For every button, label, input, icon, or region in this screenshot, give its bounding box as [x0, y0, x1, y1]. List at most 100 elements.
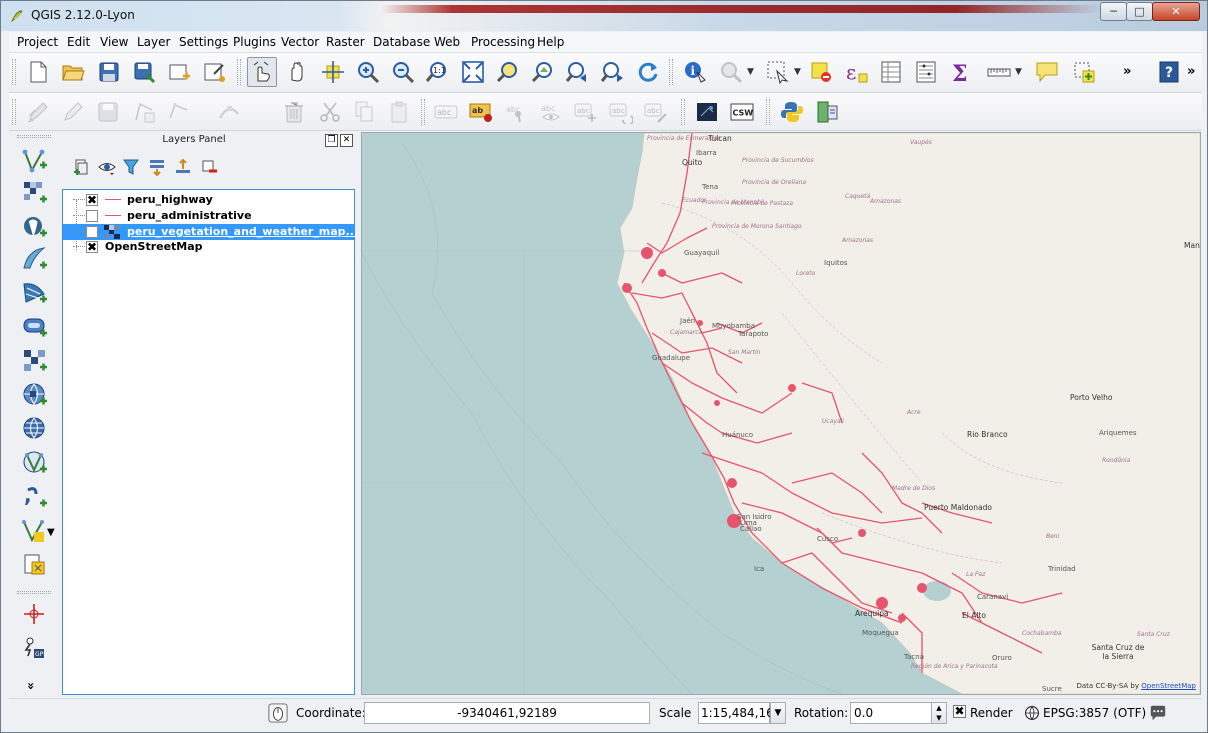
pan-to-selection-button[interactable] — [318, 57, 348, 87]
select-button[interactable] — [716, 57, 746, 87]
add-wmts-layer-button[interactable] — [21, 449, 49, 477]
zoom-full-button[interactable] — [458, 57, 488, 87]
label-highlight-button[interactable]: ab — [466, 97, 496, 127]
menu-raster[interactable]: Raster — [326, 35, 365, 49]
zoom-to-layer-button[interactable] — [528, 57, 558, 87]
new-shapefile-button[interactable] — [21, 517, 49, 545]
manage-visibility-button[interactable] — [95, 155, 119, 179]
help-button[interactable]: ? — [1154, 57, 1184, 87]
layer-row-peru-administrative[interactable]: peru_administrative — [63, 208, 354, 224]
render-checkbox[interactable]: ✖ — [953, 705, 966, 718]
label-button[interactable]: abc — [431, 97, 461, 127]
zoom-out-button[interactable] — [388, 57, 418, 87]
add-delimited-text-button[interactable]: , — [21, 483, 49, 511]
python-console-button[interactable] — [777, 97, 807, 127]
layer-visibility-checkbox[interactable]: ✖ — [86, 241, 98, 253]
open-project-button[interactable] — [58, 57, 88, 87]
menu-database[interactable]: Database — [373, 35, 430, 49]
paste-features-button[interactable] — [385, 97, 415, 127]
identify-button[interactable]: i — [680, 57, 710, 87]
zoom-next-button[interactable] — [598, 57, 628, 87]
layer-visibility-checkbox[interactable] — [86, 226, 98, 238]
menu-view[interactable]: View — [100, 35, 128, 49]
show-hide-label-button[interactable]: abc — [536, 97, 566, 127]
add-oracle-layer-button[interactable] — [21, 313, 49, 341]
change-label-button[interactable]: abc — [641, 97, 671, 127]
toolbar-grip[interactable] — [669, 59, 673, 85]
annotation-button[interactable] — [1032, 57, 1062, 87]
messages-button[interactable] — [1147, 702, 1169, 724]
menu-plugins[interactable]: Plugins — [233, 35, 276, 49]
save-project-button[interactable] — [94, 57, 124, 87]
toggle-extents-button[interactable] — [267, 702, 289, 724]
edit-pencil-button[interactable] — [23, 97, 53, 127]
attribute-table-button[interactable] — [876, 57, 906, 87]
composer-manager-button[interactable] — [199, 57, 229, 87]
gps-button[interactable]: GPS — [21, 635, 49, 663]
field-calculator-button[interactable] — [911, 57, 941, 87]
save-edits-button[interactable] — [93, 97, 123, 127]
copy-features-button[interactable] — [349, 97, 379, 127]
delete-selected-button[interactable] — [279, 97, 309, 127]
expand-all-button[interactable] — [145, 155, 169, 179]
scale-combo[interactable]: 1:15,484,169 — [698, 702, 781, 724]
layer-visibility-checkbox[interactable] — [86, 210, 98, 222]
add-vector-layer-button[interactable] — [21, 147, 49, 175]
coordinate-field[interactable]: -9340461,92189 — [364, 702, 650, 724]
layer-tree[interactable]: ✖ peru_highway peru_administrative peru_veg… — [62, 189, 358, 695]
layer-row-peru-highway[interactable]: ✖ peru_highway — [63, 192, 354, 208]
toolbar-overflow-button[interactable]: » — [1123, 64, 1131, 79]
toolbar-grip[interactable] — [12, 99, 16, 125]
help-toolbar-overflow-button[interactable]: » — [1187, 64, 1195, 79]
menu-vector[interactable]: Vector — [281, 35, 319, 49]
measure-dropdown-arrow[interactable]: ▼ — [1015, 67, 1022, 77]
crs-button[interactable] — [1021, 702, 1043, 724]
maximize-button[interactable]: □ — [1126, 2, 1153, 21]
add-wms-layer-button[interactable] — [21, 347, 49, 375]
add-feature-button[interactable] — [129, 97, 159, 127]
zoom-last-button[interactable] — [563, 57, 593, 87]
add-wfs-layer-button[interactable] — [21, 415, 49, 443]
toolbar-grip[interactable] — [681, 99, 685, 125]
toolbar-grip[interactable] — [237, 59, 241, 85]
select-features-button[interactable] — [763, 57, 793, 87]
statistics-button[interactable]: Σ — [946, 57, 976, 87]
measure-button[interactable] — [984, 57, 1014, 87]
cut-features-button[interactable] — [315, 97, 345, 127]
pan-button[interactable] — [282, 57, 312, 87]
menu-project[interactable]: Project — [17, 35, 58, 49]
toolbar-grip[interactable] — [17, 135, 51, 138]
toolbar-grip[interactable] — [12, 59, 16, 85]
save-as-button[interactable] — [129, 57, 159, 87]
new-layer-dropdown-arrow[interactable]: ▼ — [47, 527, 55, 538]
menu-web[interactable]: Web — [434, 35, 460, 49]
zoom-to-selection-button[interactable] — [493, 57, 523, 87]
scale-dropdown-arrow[interactable]: ▼ — [770, 702, 786, 724]
new-print-composer-button[interactable] — [164, 57, 194, 87]
touch-zoom-button[interactable] — [247, 57, 277, 87]
new-spatialite-button[interactable] — [21, 551, 49, 579]
plugin-manager-button[interactable] — [812, 97, 842, 127]
deselect-button[interactable] — [806, 57, 836, 87]
toggle-editing-button[interactable] — [58, 97, 88, 127]
add-spatialite-layer-button[interactable] — [21, 245, 49, 273]
crs-label[interactable]: EPSG:3857 (OTF) — [1043, 706, 1146, 720]
toolbar-grip[interactable] — [17, 591, 51, 594]
layer-visibility-checkbox[interactable]: ✖ — [86, 194, 98, 206]
add-raster-layer-button[interactable] — [21, 179, 49, 207]
close-button[interactable]: ✕ — [1152, 2, 1200, 21]
rotate-label-button[interactable]: abc — [606, 97, 636, 127]
csw-button[interactable]: CSW — [727, 97, 757, 127]
new-bookmark-button[interactable] — [1069, 57, 1099, 87]
select-dropdown-arrow[interactable]: ▼ — [747, 67, 754, 77]
digitize-button[interactable] — [21, 601, 49, 629]
toolbar-grip[interactable] — [766, 99, 770, 125]
minimize-button[interactable]: ─ — [1100, 2, 1127, 21]
add-group-button[interactable] — [69, 155, 93, 179]
menu-settings[interactable]: Settings — [179, 35, 228, 49]
metasearch-button[interactable] — [692, 97, 722, 127]
select-features-dropdown-arrow[interactable]: ▼ — [794, 67, 801, 77]
add-mssql-layer-button[interactable] — [21, 279, 49, 307]
collapse-all-button[interactable] — [171, 155, 195, 179]
pin-label-button[interactable]: abc — [501, 97, 531, 127]
